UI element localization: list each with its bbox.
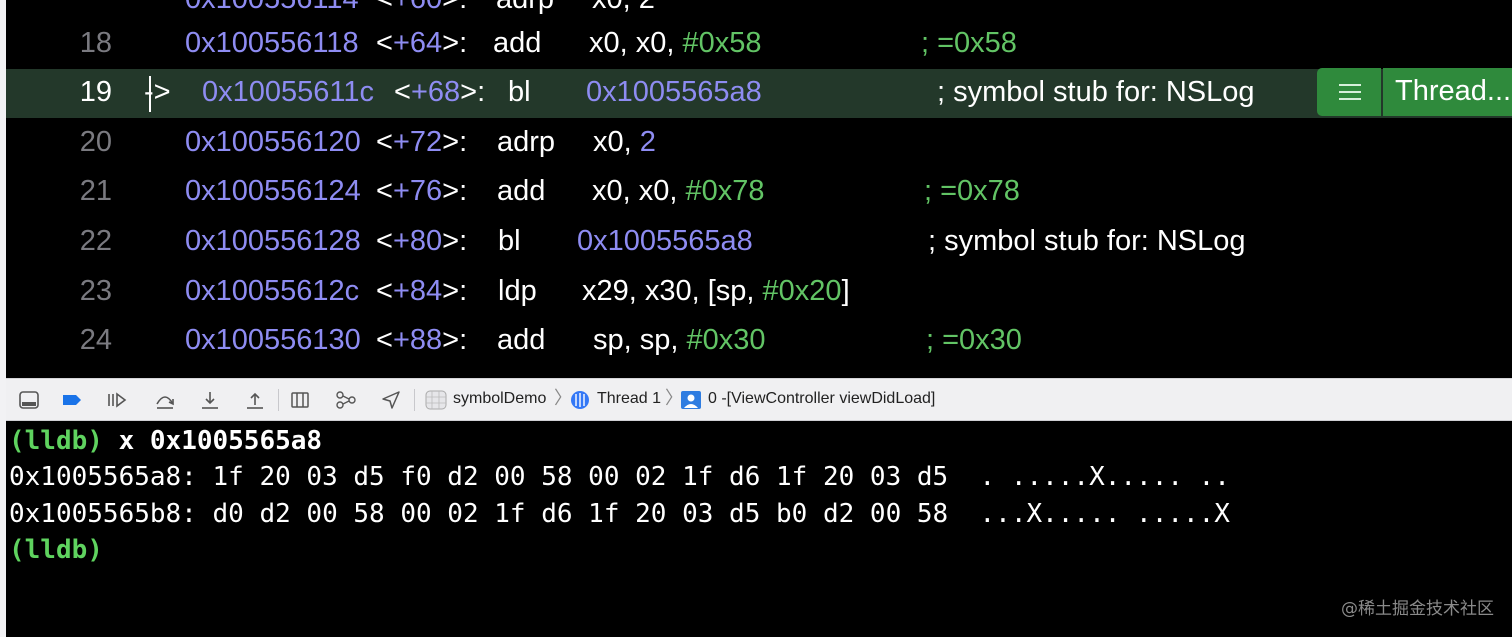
stack-frame-icon — [681, 391, 701, 409]
disassembly-editor[interactable]: 0x100556114 <+60>: adrp x0, 2 18 0x10055… — [6, 0, 1512, 378]
code-line[interactable]: 21 0x100556124 <+76>: add x0, x0, #0x78 … — [6, 168, 1512, 217]
line-number: 23 — [79, 275, 112, 307]
toolbar-divider — [414, 389, 415, 411]
continue-icon[interactable] — [106, 390, 128, 410]
instruction-address: 0x100556120 — [185, 126, 361, 158]
instruction-mnemonic: add — [497, 175, 546, 207]
thread-badge-label: Thread... — [1395, 75, 1512, 107]
simulate-location-icon[interactable] — [380, 390, 402, 410]
instruction-address: 0x100556118 — [185, 27, 359, 59]
thread-annotation-badge[interactable]: Thread... — [1383, 68, 1512, 116]
instruction-mnemonic: bl — [508, 76, 531, 108]
instruction-comment: ; symbol stub for: NSLog — [928, 225, 1246, 257]
line-number: 21 — [79, 175, 112, 207]
instruction-comment: ; =0x30 — [926, 324, 1022, 356]
instruction-operands: x29, x30, [sp, #0x20] — [582, 275, 850, 307]
annotation-menu-button[interactable] — [1317, 68, 1381, 116]
line-number: 18 — [79, 27, 112, 59]
instruction-address: 0x100556114 — [185, 0, 359, 14]
lldb-prompt: (lldb) — [9, 535, 103, 565]
instruction-comment: ; symbol stub for: NSLog — [937, 76, 1255, 108]
console-command-line: (lldb) x 0x1005565a8 — [9, 428, 322, 454]
code-line[interactable]: 18 0x100556118 <+64>: add x0, x0, #0x58 … — [6, 20, 1512, 69]
step-out-icon[interactable] — [244, 390, 266, 410]
code-line[interactable]: 22 0x100556128 <+80>: bl 0x1005565a8 ; s… — [6, 218, 1512, 267]
toolbar-divider — [278, 389, 279, 411]
lldb-prompt: (lldb) — [9, 426, 103, 456]
instruction-mnemonic: adrp — [497, 126, 556, 158]
code-line[interactable]: 24 0x100556130 <+88>: add sp, sp, #0x30 … — [6, 317, 1512, 366]
instruction-mnemonic: add — [493, 27, 542, 59]
line-number: 20 — [79, 126, 112, 158]
instruction-offset: <+88>: — [376, 324, 468, 356]
breakpoints-toggle-icon[interactable] — [61, 390, 83, 410]
instruction-offset: <+60>: — [376, 0, 467, 14]
instruction-address: 0x100556128 — [185, 225, 361, 257]
instruction-offset: <+80>: — [376, 225, 468, 257]
instruction-offset: <+64>: — [376, 27, 468, 59]
instruction-comment: ; =0x58 — [921, 27, 1017, 59]
instruction-mnemonic: bl — [498, 225, 521, 257]
thread-icon — [571, 391, 589, 409]
instruction-operands: x0, 2 — [593, 126, 656, 158]
breadcrumb-thread[interactable]: Thread 1 — [597, 391, 661, 407]
instruction-mnemonic: ldp — [498, 275, 537, 307]
hamburger-icon — [1339, 84, 1361, 105]
instruction-operands: x0, x0, #0x78 — [592, 175, 765, 207]
instruction-address: 0x100556124 — [185, 175, 361, 207]
branch-target: 0x1005565a8 — [577, 225, 753, 257]
memory-graph-icon[interactable] — [335, 390, 357, 410]
instruction-offset: <+84>: — [376, 275, 468, 307]
app-target-icon — [425, 390, 447, 410]
debug-bar: symbolDemo 〉 Thread 1 〉 0 -[ViewControll… — [6, 378, 1512, 421]
view-hierarchy-icon[interactable] — [289, 390, 311, 410]
code-line[interactable]: 20 0x100556120 <+72>: adrp x0, 2 — [6, 119, 1512, 168]
instruction-offset: <+76>: — [376, 175, 468, 207]
lldb-console[interactable]: (lldb) x 0x1005565a8 0x1005565a8: 1f 20 … — [6, 421, 1512, 637]
code-line[interactable]: 23 0x10055612c <+84>: ldp x29, x30, [sp,… — [6, 268, 1512, 317]
step-into-icon[interactable] — [199, 390, 221, 410]
console-output-line: 0x1005565a8: 1f 20 03 d5 f0 d2 00 58 00 … — [9, 462, 1230, 492]
instruction-address: 0x10055611c — [202, 76, 375, 108]
instruction-comment: ; =0x78 — [924, 175, 1020, 207]
console-prompt-line[interactable]: (lldb) — [9, 537, 103, 563]
instruction-address: 0x10055612c — [185, 275, 360, 307]
instruction-address: 0x100556130 — [185, 324, 361, 356]
breadcrumb-frame[interactable]: 0 -[ViewController viewDidLoad] — [708, 391, 935, 407]
instruction-operands: sp, sp, #0x30 — [593, 324, 766, 356]
console-output-line: 0x1005565b8: d0 d2 00 58 00 02 1f d6 1f … — [9, 499, 1230, 529]
instruction-mnemonic: adrp — [496, 0, 554, 14]
hide-console-icon[interactable] — [18, 390, 40, 410]
code-line-current[interactable]: 19 -> 0x10055611c <+68>: bl 0x1005565a8 … — [6, 69, 1512, 118]
line-number: 24 — [79, 324, 112, 356]
watermark: @稀土掘金技术社区 — [1341, 599, 1494, 619]
branch-target: 0x1005565a8 — [586, 76, 762, 108]
console-command: x 0x1005565a8 — [102, 426, 323, 456]
instruction-operands: x0, x0, #0x58 — [589, 27, 762, 59]
instruction-mnemonic: add — [497, 324, 546, 356]
line-number: 22 — [79, 225, 112, 257]
line-number: 19 — [79, 76, 112, 108]
instruction-offset: <+72>: — [376, 126, 468, 158]
instruction-offset: <+68>: — [394, 76, 486, 108]
program-counter-arrow: -> — [144, 76, 171, 108]
step-over-icon[interactable] — [154, 390, 176, 410]
instruction-operands: x0, 2 — [592, 0, 655, 14]
breadcrumb-target[interactable]: symbolDemo — [453, 391, 546, 407]
